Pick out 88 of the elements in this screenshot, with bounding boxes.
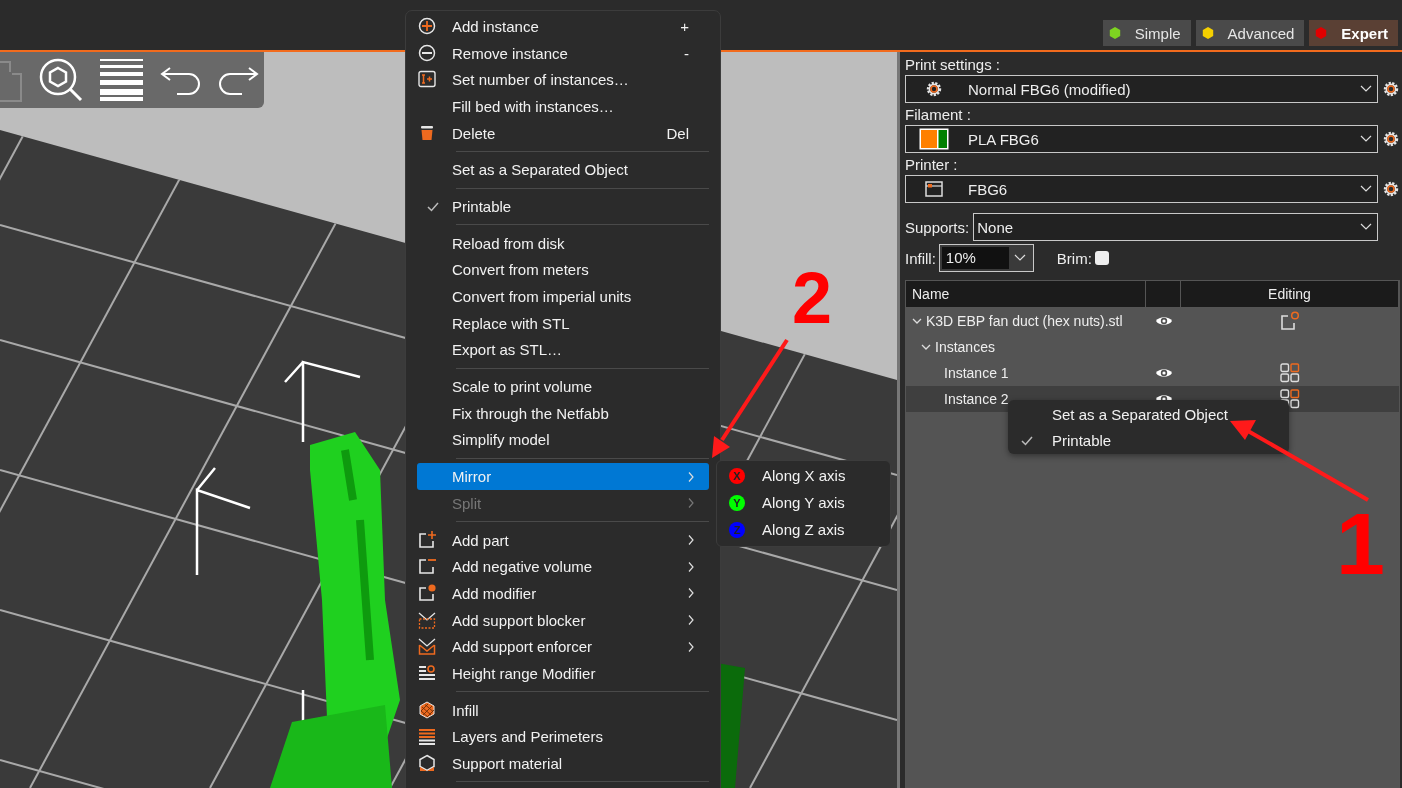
menu-item[interactable]: Z Along Z axis [717, 516, 890, 543]
add-part-icon [418, 530, 436, 549]
menu-item[interactable]: Support material [417, 750, 709, 777]
axis-badge: Z [729, 521, 745, 538]
menu-item[interactable]: Y Along Y axis [717, 489, 890, 516]
tree-row[interactable]: Instances [906, 334, 1399, 360]
tree-item-label: Instance 2 [944, 391, 1009, 407]
mode-tab[interactable]: Simple [1102, 20, 1191, 46]
tree-item-label: Instance 1 [944, 365, 1009, 381]
hexagon-icon [418, 754, 436, 773]
tree-row[interactable]: K3D EBP fan duct (hex nuts).stl [906, 308, 1399, 334]
supports-dropdown[interactable]: None [973, 213, 1378, 241]
shortcut-label: - [684, 44, 689, 62]
instances-grid-icon[interactable] [1280, 389, 1300, 409]
menu-item[interactable]: Export as STL… [417, 336, 709, 364]
menu-item[interactable]: Simplify model [417, 426, 709, 454]
checkbox[interactable] [1094, 251, 1109, 265]
preset-dropdown[interactable]: PLA FBG6 [905, 125, 1378, 153]
menu-item[interactable]: Fix through the Netfabb [417, 399, 709, 427]
minus-circle-icon [418, 43, 436, 62]
gear-icon [925, 80, 943, 98]
field-label: Brim: [1056, 249, 1092, 267]
menu-item[interactable]: Add support enforcer [417, 633, 709, 661]
menu-item[interactable]: Mirror [417, 463, 709, 490]
mode-tab[interactable]: Advanced [1195, 20, 1305, 46]
menu-item[interactable]: X Along X axis [717, 462, 890, 489]
settings-icon[interactable] [1382, 130, 1400, 148]
field-label: Filament : [905, 105, 971, 125]
layers-icon[interactable] [100, 59, 143, 101]
trash-icon [418, 123, 436, 142]
menu-item[interactable]: Add support blocker [417, 606, 709, 634]
printer-icon [925, 181, 943, 197]
modifier-icon[interactable] [1280, 311, 1300, 331]
shortcut-label: + [680, 17, 689, 35]
instances-grid-icon[interactable] [1280, 363, 1300, 383]
layers-icon [418, 727, 436, 746]
menu-item[interactable]: Printable [417, 193, 709, 220]
menu-item[interactable]: Fill bed with instances… [417, 93, 709, 120]
counter-icon [418, 70, 436, 89]
menu-item[interactable]: Add modifier [417, 580, 709, 607]
tree-row[interactable]: Instance 1 [906, 360, 1399, 386]
menu-item[interactable]: Layers and Perimeters [417, 723, 709, 751]
menu-item[interactable]: Height range Modifier [417, 660, 709, 687]
eye-icon[interactable] [1154, 315, 1173, 327]
axis-badge: X [729, 467, 745, 484]
search-icon[interactable] [38, 57, 84, 103]
plus-circle-icon [418, 17, 436, 35]
menu-item[interactable]: Convert from meters [417, 256, 709, 284]
preset-dropdown[interactable]: FBG6 [905, 175, 1378, 203]
preset-dropdown[interactable]: Normal FBG6 (modified) [905, 75, 1378, 103]
menu-item[interactable]: Set as a Separated Object [417, 156, 709, 184]
tree-item-label: Instances [935, 339, 995, 355]
menu-item[interactable]: Printable [1008, 427, 1289, 453]
menu-item[interactable]: Set number of instances… [417, 66, 709, 94]
height-range-icon [418, 664, 436, 683]
menu-item[interactable]: Infill [417, 696, 709, 724]
tree-item-label: K3D EBP fan duct (hex nuts).stl [926, 313, 1123, 329]
menu-item[interactable]: Scale to print volume [417, 373, 709, 400]
infill-icon [418, 700, 436, 719]
modifier-icon [418, 584, 436, 603]
field-label: Printer : [905, 155, 958, 175]
menu-item[interactable]: Reload from disk [417, 229, 709, 257]
infill-dropdown[interactable]: 10% [938, 244, 1034, 272]
color-swatch-icon [919, 127, 949, 151]
settings-icon[interactable] [1382, 180, 1400, 198]
negative-volume-icon [418, 557, 436, 576]
axis-marker [301, 690, 305, 722]
field-label: Supports: [905, 218, 970, 236]
settings-icon[interactable] [1382, 80, 1400, 98]
support-blocker-icon [418, 610, 436, 629]
column-header: Editing [1181, 281, 1399, 307]
axis-badge: Y [729, 494, 745, 511]
menu-item[interactable]: Delete Del [417, 119, 709, 147]
eye-icon[interactable] [1154, 367, 1173, 379]
column-header: Name [906, 281, 1146, 307]
field-label: Infill: [905, 249, 936, 267]
menu-item[interactable]: Convert from imperial units [417, 283, 709, 310]
shortcut-label: Del [666, 124, 689, 142]
menu-item[interactable]: Add part [417, 526, 709, 554]
mode-tab[interactable]: Expert [1309, 20, 1398, 46]
menu-item[interactable]: Replace with STL [417, 309, 709, 337]
annotation-number: 1 [1336, 500, 1385, 588]
support-enforcer-icon [418, 637, 436, 656]
menu-item[interactable]: Add negative volume [417, 553, 709, 581]
menu-item[interactable]: Add instance + [417, 13, 709, 40]
annotation-number: 2 [792, 262, 833, 334]
menu-item[interactable]: Remove instance - [417, 39, 709, 67]
field-label: Print settings : [905, 55, 1001, 75]
